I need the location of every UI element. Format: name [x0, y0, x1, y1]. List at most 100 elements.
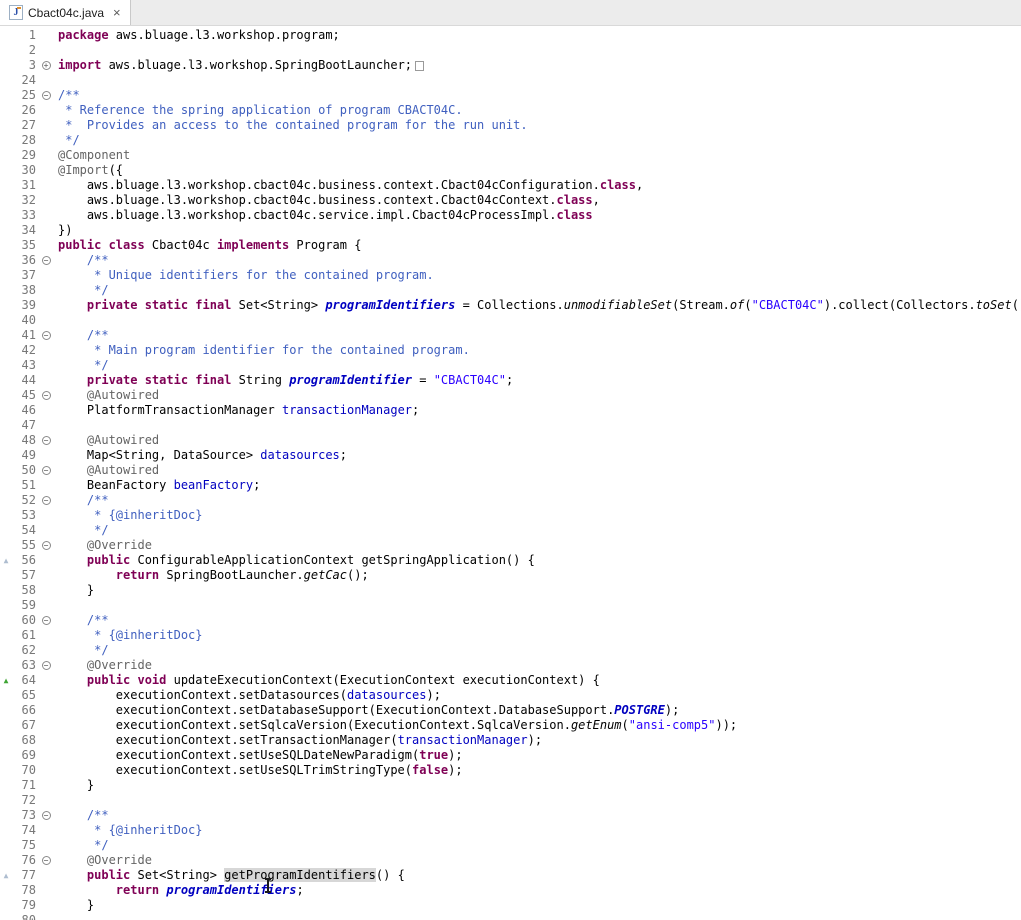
- fold-column: [38, 793, 54, 808]
- code-line[interactable]: 75 */: [0, 838, 1021, 853]
- fold-column: [38, 28, 54, 43]
- code-line[interactable]: 52− /**: [0, 493, 1021, 508]
- code-line[interactable]: 47: [0, 418, 1021, 433]
- fold-collapse-icon[interactable]: −: [38, 88, 54, 103]
- code-line[interactable]: 30@Import({: [0, 163, 1021, 178]
- code-line[interactable]: 67 executionContext.setSqlcaVersion(Exec…: [0, 718, 1021, 733]
- code-line[interactable]: 60− /**: [0, 613, 1021, 628]
- code-line[interactable]: 24: [0, 73, 1021, 88]
- code-line[interactable]: 71 }: [0, 778, 1021, 793]
- code-line[interactable]: ▲56 public ConfigurableApplicationContex…: [0, 553, 1021, 568]
- code-text: }: [54, 898, 94, 913]
- code-line[interactable]: 38 */: [0, 283, 1021, 298]
- fold-expand-icon[interactable]: +: [38, 58, 54, 73]
- code-line[interactable]: 43 */: [0, 358, 1021, 373]
- code-line[interactable]: 33 aws.bluage.l3.workshop.cbact04c.servi…: [0, 208, 1021, 223]
- code-line[interactable]: 50− @Autowired: [0, 463, 1021, 478]
- code-line[interactable]: 62 */: [0, 643, 1021, 658]
- code-line[interactable]: 80: [0, 913, 1021, 920]
- fold-collapse-icon[interactable]: −: [38, 538, 54, 553]
- code-line[interactable]: 76− @Override: [0, 853, 1021, 868]
- code-line[interactable]: 29@Component: [0, 148, 1021, 163]
- code-line[interactable]: 78 return programIdentifiers;: [0, 883, 1021, 898]
- fold-collapse-icon[interactable]: −: [38, 493, 54, 508]
- fold-collapse-icon[interactable]: −: [38, 808, 54, 823]
- code-line[interactable]: 25−/**: [0, 88, 1021, 103]
- line-number: 32: [12, 193, 38, 208]
- code-line[interactable]: 69 executionContext.setUseSQLDateNewPara…: [0, 748, 1021, 763]
- code-line[interactable]: 41− /**: [0, 328, 1021, 343]
- fold-column: [38, 43, 54, 58]
- code-line[interactable]: 39 private static final Set<String> prog…: [0, 298, 1021, 313]
- code-line[interactable]: 66 executionContext.setDatabaseSupport(E…: [0, 703, 1021, 718]
- code-line[interactable]: 45− @Autowired: [0, 388, 1021, 403]
- fold-collapse-icon[interactable]: −: [38, 658, 54, 673]
- code-line[interactable]: 79 }: [0, 898, 1021, 913]
- annotation-ruler: [0, 568, 12, 583]
- code-editor[interactable]: 1package aws.bluage.l3.workshop.program;…: [0, 26, 1021, 920]
- implements-marker-icon[interactable]: ▲: [0, 673, 12, 688]
- code-line[interactable]: 1package aws.bluage.l3.workshop.program;: [0, 28, 1021, 43]
- code-line[interactable]: 70 executionContext.setUseSQLTrimStringT…: [0, 763, 1021, 778]
- code-line[interactable]: 54 */: [0, 523, 1021, 538]
- fold-collapse-icon[interactable]: −: [38, 253, 54, 268]
- line-number: 49: [12, 448, 38, 463]
- code-line[interactable]: 40: [0, 313, 1021, 328]
- annotation-ruler: [0, 223, 12, 238]
- fold-collapse-icon[interactable]: −: [38, 328, 54, 343]
- code-line[interactable]: 74 * {@inheritDoc}: [0, 823, 1021, 838]
- code-line[interactable]: 46 PlatformTransactionManager transactio…: [0, 403, 1021, 418]
- line-number: 47: [12, 418, 38, 433]
- code-line[interactable]: 35public class Cbact04c implements Progr…: [0, 238, 1021, 253]
- fold-collapse-icon[interactable]: −: [38, 433, 54, 448]
- annotation-ruler: [0, 808, 12, 823]
- line-number: 69: [12, 748, 38, 763]
- line-number: 39: [12, 298, 38, 313]
- overrides-marker-icon[interactable]: ▲: [0, 553, 12, 568]
- collapsed-region-icon[interactable]: [415, 61, 424, 71]
- code-line[interactable]: 51 BeanFactory beanFactory;: [0, 478, 1021, 493]
- close-icon[interactable]: ×: [113, 6, 121, 19]
- fold-collapse-icon[interactable]: −: [38, 463, 54, 478]
- code-line[interactable]: 68 executionContext.setTransactionManage…: [0, 733, 1021, 748]
- code-line[interactable]: 31 aws.bluage.l3.workshop.cbact04c.busin…: [0, 178, 1021, 193]
- code-line[interactable]: 53 * {@inheritDoc}: [0, 508, 1021, 523]
- annotation-ruler: [0, 253, 12, 268]
- annotation-ruler: [0, 478, 12, 493]
- code-line[interactable]: 49 Map<String, DataSource> datasources;: [0, 448, 1021, 463]
- code-line[interactable]: 65 executionContext.setDatasources(datas…: [0, 688, 1021, 703]
- code-line[interactable]: 48− @Autowired: [0, 433, 1021, 448]
- code-line[interactable]: ▲64 public void updateExecutionContext(E…: [0, 673, 1021, 688]
- fold-collapse-icon[interactable]: −: [38, 613, 54, 628]
- code-line[interactable]: 44 private static final String programId…: [0, 373, 1021, 388]
- code-line[interactable]: 28 */: [0, 133, 1021, 148]
- tab-cbact04c-java[interactable]: J Cbact04c.java ×: [0, 0, 131, 25]
- fold-collapse-icon[interactable]: −: [38, 388, 54, 403]
- annotation-ruler: [0, 733, 12, 748]
- code-line[interactable]: 42 * Main program identifier for the con…: [0, 343, 1021, 358]
- code-line[interactable]: 34}): [0, 223, 1021, 238]
- code-line[interactable]: 36− /**: [0, 253, 1021, 268]
- fold-column: [38, 883, 54, 898]
- line-number: 58: [12, 583, 38, 598]
- line-number: 67: [12, 718, 38, 733]
- line-number: 1: [12, 28, 38, 43]
- code-line[interactable]: 26 * Reference the spring application of…: [0, 103, 1021, 118]
- code-line[interactable]: 59: [0, 598, 1021, 613]
- code-line[interactable]: 37 * Unique identifiers for the containe…: [0, 268, 1021, 283]
- code-line[interactable]: 73− /**: [0, 808, 1021, 823]
- code-line[interactable]: 72: [0, 793, 1021, 808]
- code-line[interactable]: ▲77 public Set<String> getProgramIdentif…: [0, 868, 1021, 883]
- fold-collapse-icon[interactable]: −: [38, 853, 54, 868]
- code-line[interactable]: 27 * Provides an access to the contained…: [0, 118, 1021, 133]
- code-line[interactable]: 57 return SpringBootLauncher.getCac();: [0, 568, 1021, 583]
- overrides-marker-icon[interactable]: ▲: [0, 868, 12, 883]
- code-line[interactable]: 61 * {@inheritDoc}: [0, 628, 1021, 643]
- code-line[interactable]: 63− @Override: [0, 658, 1021, 673]
- code-text: public void updateExecutionContext(Execu…: [54, 673, 600, 688]
- code-line[interactable]: 2: [0, 43, 1021, 58]
- code-line[interactable]: 58 }: [0, 583, 1021, 598]
- code-line[interactable]: 55− @Override: [0, 538, 1021, 553]
- code-line[interactable]: 32 aws.bluage.l3.workshop.cbact04c.busin…: [0, 193, 1021, 208]
- code-line[interactable]: 3+import aws.bluage.l3.workshop.SpringBo…: [0, 58, 1021, 73]
